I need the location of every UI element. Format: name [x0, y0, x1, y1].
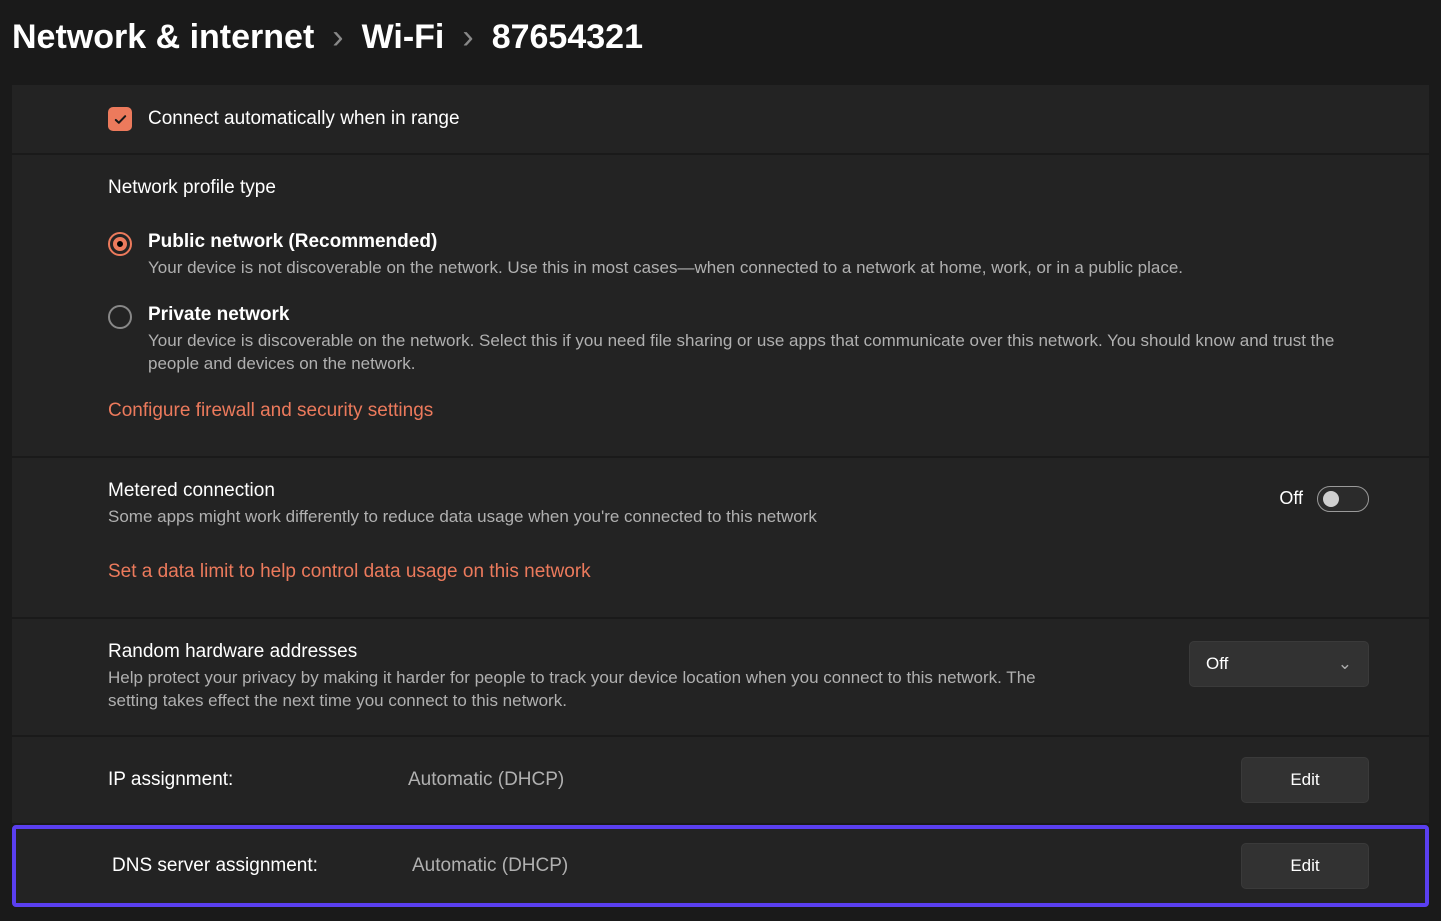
radio-private-network[interactable]: Private network Your device is discovera…: [108, 304, 1429, 376]
ip-assignment-label: IP assignment:: [108, 769, 408, 791]
chevron-right-icon: ›: [462, 18, 473, 57]
checkmark-icon: [113, 112, 128, 127]
dns-assignment-value: Automatic (DHCP): [412, 855, 568, 877]
chevron-right-icon: ›: [332, 18, 343, 57]
connect-auto-checkbox[interactable]: [108, 107, 132, 131]
ip-assignment-edit-button[interactable]: Edit: [1241, 757, 1369, 803]
private-network-title: Private network: [148, 304, 1369, 326]
dns-assignment-label: DNS server assignment:: [112, 855, 412, 877]
firewall-settings-link[interactable]: Configure firewall and security settings: [108, 400, 1429, 422]
radio-public-network[interactable]: Public network (Recommended) Your device…: [108, 231, 1429, 280]
dns-assignment-edit-button[interactable]: Edit: [1241, 843, 1369, 889]
random-mac-title: Random hardware addresses: [108, 641, 1189, 663]
data-limit-link[interactable]: Set a data limit to help control data us…: [108, 561, 591, 583]
radio-icon: [108, 232, 132, 256]
connect-auto-section: Connect automatically when in range: [12, 85, 1429, 155]
breadcrumb-root[interactable]: Network & internet: [12, 18, 314, 57]
private-network-desc: Your device is discoverable on the netwo…: [148, 330, 1369, 376]
chevron-down-icon: ⌄: [1338, 654, 1352, 674]
connect-auto-label: Connect automatically when in range: [148, 108, 460, 130]
metered-title: Metered connection: [108, 480, 1279, 502]
ip-assignment-section: IP assignment: Automatic (DHCP) Edit: [12, 737, 1429, 823]
random-mac-dropdown[interactable]: Off ⌄: [1189, 641, 1369, 687]
public-network-desc: Your device is not discoverable on the n…: [148, 257, 1369, 280]
network-profile-section: Network profile type Public network (Rec…: [12, 155, 1429, 458]
dns-assignment-section-highlight: DNS server assignment: Automatic (DHCP) …: [12, 825, 1429, 907]
metered-state-label: Off: [1279, 488, 1303, 509]
public-network-title: Public network (Recommended): [148, 231, 1369, 253]
random-mac-value: Off: [1206, 654, 1228, 674]
metered-desc: Some apps might work differently to redu…: [108, 506, 1058, 529]
metered-toggle[interactable]: [1317, 486, 1369, 512]
random-mac-desc: Help protect your privacy by making it h…: [108, 667, 1058, 713]
breadcrumb-leaf: 87654321: [492, 18, 643, 57]
breadcrumb-mid[interactable]: Wi-Fi: [362, 18, 445, 57]
radio-icon: [108, 305, 132, 329]
random-mac-section: Random hardware addresses Help protect y…: [12, 619, 1429, 737]
network-profile-title: Network profile type: [108, 177, 1429, 199]
ip-assignment-value: Automatic (DHCP): [408, 769, 564, 791]
settings-panel: Connect automatically when in range Netw…: [12, 85, 1429, 823]
metered-section: Metered connection Some apps might work …: [12, 458, 1429, 619]
toggle-knob: [1323, 491, 1339, 507]
breadcrumb: Network & internet › Wi-Fi › 87654321: [0, 0, 1441, 85]
